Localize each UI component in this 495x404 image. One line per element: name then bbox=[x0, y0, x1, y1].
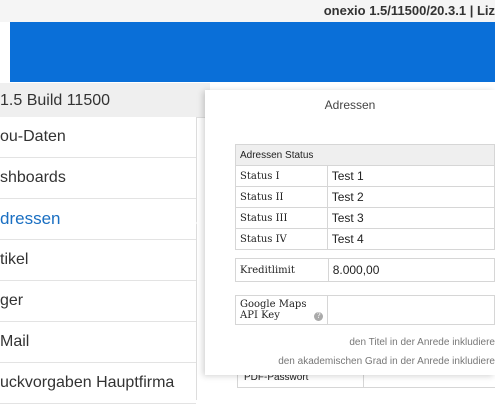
status-value-input[interactable]: Test 3 bbox=[326, 207, 495, 229]
maps-table: Google Maps API Key ? bbox=[234, 295, 495, 325]
sidebar-item-lager[interactable]: ger bbox=[0, 281, 196, 322]
status-label: Status II bbox=[235, 186, 328, 208]
top-bar: onexio 1.5/11500/20.3.1 | Liz bbox=[0, 0, 495, 22]
sidebar-item-adressen[interactable]: dressen bbox=[0, 199, 196, 240]
status-label: Status IV bbox=[235, 228, 328, 250]
maps-key-input[interactable] bbox=[327, 295, 495, 325]
sidebar-item-firmendaten[interactable]: ou-Daten bbox=[0, 117, 196, 158]
maps-key-cell: Google Maps API Key ? bbox=[234, 295, 329, 325]
version-info: onexio 1.5/11500/20.3.1 | Liz bbox=[323, 3, 495, 18]
credit-limit-input[interactable]: 8.000,00 bbox=[327, 258, 495, 282]
maps-key-label: Google Maps API Key bbox=[240, 299, 307, 321]
status-value-input[interactable]: Test 4 bbox=[326, 228, 495, 250]
status-value-input[interactable]: Test 1 bbox=[326, 165, 495, 187]
sidebar-item-druckvorgaben[interactable]: uckvorgaben Hauptfirma bbox=[0, 363, 196, 404]
status-label: Status I bbox=[235, 165, 328, 187]
brand-banner bbox=[10, 22, 495, 82]
credit-limit-label: Kreditlimit bbox=[235, 258, 329, 282]
status-table: Adressen Status Status I Test 1 Status I… bbox=[235, 144, 495, 250]
sidebar-item-artikel[interactable]: tikel bbox=[0, 240, 196, 281]
status-value-input[interactable]: Test 2 bbox=[326, 186, 495, 208]
title-note: den Titel in der Anrede inkludiere bbox=[349, 337, 495, 348]
panel-title: Adressen bbox=[324, 98, 376, 112]
sidebar-item-dashboards[interactable]: shboards bbox=[0, 158, 196, 199]
credit-table: Kreditlimit 8.000,00 bbox=[235, 258, 495, 282]
build-header: 1.5 Build 11500 bbox=[0, 83, 210, 118]
help-icon[interactable]: ? bbox=[314, 312, 324, 321]
adressen-popover: Adressen Adressen Status Status I Test 1… bbox=[205, 90, 495, 375]
sidebar-item-email[interactable]: Mail bbox=[0, 322, 196, 363]
status-label: Status III bbox=[235, 207, 328, 229]
grade-note: den akademischen Grad in der Anrede inkl… bbox=[278, 356, 495, 367]
status-table-header: Adressen Status bbox=[235, 144, 495, 166]
